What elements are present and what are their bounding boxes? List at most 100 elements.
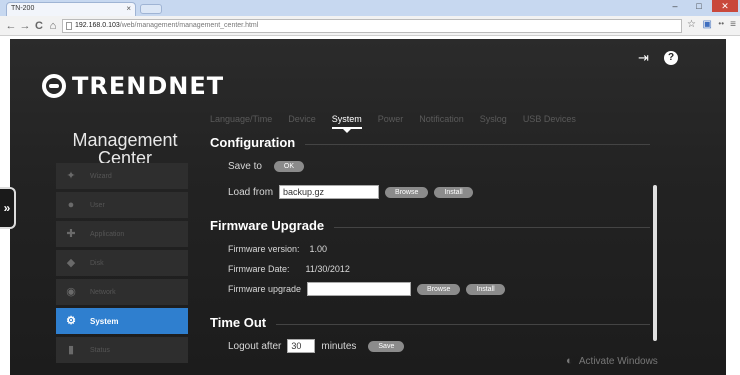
firmware-upgrade-label: Firmware upgrade	[228, 284, 302, 294]
home-icon[interactable]: ⌂	[46, 18, 60, 34]
logo-mark-icon	[42, 74, 66, 98]
tab-device[interactable]: Device	[288, 114, 316, 124]
ok-button[interactable]: OK	[273, 160, 305, 172]
tab-language-time[interactable]: Language/Time	[210, 114, 272, 124]
sidebar-item-user[interactable]: ● User	[56, 192, 188, 218]
sidebar-item-label: Status	[90, 346, 110, 354]
load-config-row: Load from backup.gz Browse Install	[210, 182, 650, 202]
management-panel: TRENDNET ⇥ ? Management Center ✦ Wizard …	[10, 39, 726, 375]
logo-text: TRENDNET	[72, 72, 225, 100]
back-icon[interactable]: ←	[4, 18, 18, 34]
trendnet-logo: TRENDNET	[42, 69, 224, 103]
expand-sidebar-handle[interactable]: »	[0, 187, 16, 229]
address-bar[interactable]: 192.168.0.103/web/management/management_…	[62, 19, 682, 33]
section-divider	[276, 324, 650, 325]
sidebar-item-label: Disk	[90, 259, 104, 267]
title-line-1: Management	[72, 130, 178, 150]
tab-usb-devices[interactable]: USB Devices	[523, 114, 576, 124]
system-settings-content: Configuration Save to OK Load from backu…	[210, 135, 650, 375]
window-close-button[interactable]: ✕	[712, 0, 738, 12]
sidebar-item-wizard[interactable]: ✦ Wizard	[56, 163, 188, 189]
load-from-label: Load from	[228, 186, 274, 198]
wand-icon: ✦	[66, 170, 76, 182]
firmware-date-label: Firmware Date:	[228, 264, 290, 274]
browser-menu-icon[interactable]: ≡	[730, 19, 736, 30]
sidebar-item-disk[interactable]: ◆ Disk	[56, 250, 188, 276]
sidebar-item-status[interactable]: ▮ Status	[56, 337, 188, 363]
sidebar-item-network[interactable]: ◉ Network	[56, 279, 188, 305]
puzzle-icon: ✚	[66, 228, 76, 240]
browser-tab[interactable]: TN-200 ×	[6, 2, 136, 16]
logout-row: Logout after 30 minutes Save	[210, 336, 650, 356]
tab-power[interactable]: Power	[378, 114, 404, 124]
content-scrollbar[interactable]	[653, 185, 657, 341]
url-host: 192.168.0.103	[75, 22, 120, 29]
timeout-section-heading: Time Out	[210, 315, 650, 330]
new-tab-button[interactable]	[140, 4, 162, 14]
logout-minutes-input[interactable]: 30	[287, 339, 316, 353]
tab-close-icon[interactable]: ×	[126, 4, 131, 13]
tab-title: TN-200	[11, 5, 35, 12]
url-path: /web/management/management_center.html	[119, 22, 259, 29]
network-icon: ◉	[66, 286, 76, 298]
section-title: Configuration	[210, 135, 296, 150]
sidebar: ✦ Wizard ● User ✚ Application ◆ Disk ◉ N…	[56, 163, 188, 366]
tab-system[interactable]: System	[331, 114, 362, 133]
save-to-label: Save to	[228, 160, 262, 172]
section-title: Firmware Upgrade	[210, 218, 325, 233]
firmware-version-value: 1.00	[309, 244, 328, 254]
minutes-label: minutes	[321, 340, 357, 352]
window-minimize-button[interactable]: –	[664, 0, 686, 12]
window-maximize-button[interactable]: □	[688, 0, 710, 12]
sidebar-item-system[interactable]: ⚙ System	[56, 308, 188, 334]
load-file-input[interactable]: backup.gz	[279, 185, 380, 199]
activate-windows-watermark: ◐ Activate Windows	[566, 355, 658, 367]
sidebar-item-label: Application	[90, 230, 125, 238]
firmware-version-row: Firmware version: 1.00	[210, 239, 650, 259]
page: TRENDNET ⇥ ? Management Center ✦ Wizard …	[0, 37, 740, 375]
timeout-save-button[interactable]: Save	[368, 340, 405, 352]
top-actions: ⇥ ?	[638, 51, 678, 65]
help-icon[interactable]: ?	[664, 51, 678, 65]
sidebar-item-application[interactable]: ✚ Application	[56, 221, 188, 247]
configuration-section-heading: Configuration	[210, 135, 650, 150]
sidebar-item-label: System	[90, 316, 119, 326]
firmware-file-input[interactable]	[307, 282, 412, 296]
extensions-overflow-icon[interactable]: ••	[718, 19, 724, 28]
browser-tab-bar: TN-200 × – □ ✕	[0, 0, 740, 16]
sidebar-item-label: User	[90, 201, 105, 209]
logout-after-label: Logout after	[228, 340, 282, 352]
firmware-date-row: Firmware Date: 11/30/2012	[210, 259, 650, 279]
extension-icon[interactable]: ▣	[703, 19, 712, 30]
browse-button[interactable]: Browse	[385, 186, 429, 198]
firmware-date-value: 11/30/2012	[305, 264, 350, 274]
system-tabs: Language/Time Device System Power Notifi…	[210, 114, 576, 133]
section-title: Time Out	[210, 315, 267, 330]
firmware-browse-button[interactable]: Browse	[417, 283, 461, 295]
disk-icon: ◆	[66, 257, 76, 269]
user-icon: ●	[67, 199, 75, 211]
management-center-title: Management Center	[50, 131, 200, 167]
save-config-row: Save to OK	[210, 156, 650, 176]
windows-watermark-icon: ◐	[566, 355, 573, 367]
section-divider	[305, 144, 650, 145]
logout-icon[interactable]: ⇥	[638, 51, 652, 65]
firmware-install-button[interactable]: Install	[466, 283, 505, 295]
firmware-version-label: Firmware version:	[228, 244, 300, 254]
sidebar-item-label: Wizard	[90, 172, 112, 180]
tab-syslog[interactable]: Syslog	[480, 114, 507, 124]
bookmark-star-icon[interactable]: ☆	[687, 19, 696, 30]
reload-icon[interactable]: C	[32, 18, 46, 34]
tab-notification[interactable]: Notification	[419, 114, 464, 124]
system-icon: ⚙	[66, 315, 76, 327]
watermark-text: Activate Windows	[578, 356, 658, 367]
forward-icon[interactable]: →	[18, 18, 32, 34]
page-icon	[66, 22, 72, 30]
install-button[interactable]: Install	[434, 186, 473, 198]
section-divider	[334, 227, 650, 228]
firmware-upgrade-row: Firmware upgrade Browse Install	[210, 279, 650, 299]
browser-toolbar: ← → C ⌂ 192.168.0.103/web/management/man…	[0, 16, 740, 36]
status-icon: ▮	[67, 344, 75, 356]
sidebar-item-label: Network	[90, 288, 116, 296]
firmware-section-heading: Firmware Upgrade	[210, 218, 650, 233]
